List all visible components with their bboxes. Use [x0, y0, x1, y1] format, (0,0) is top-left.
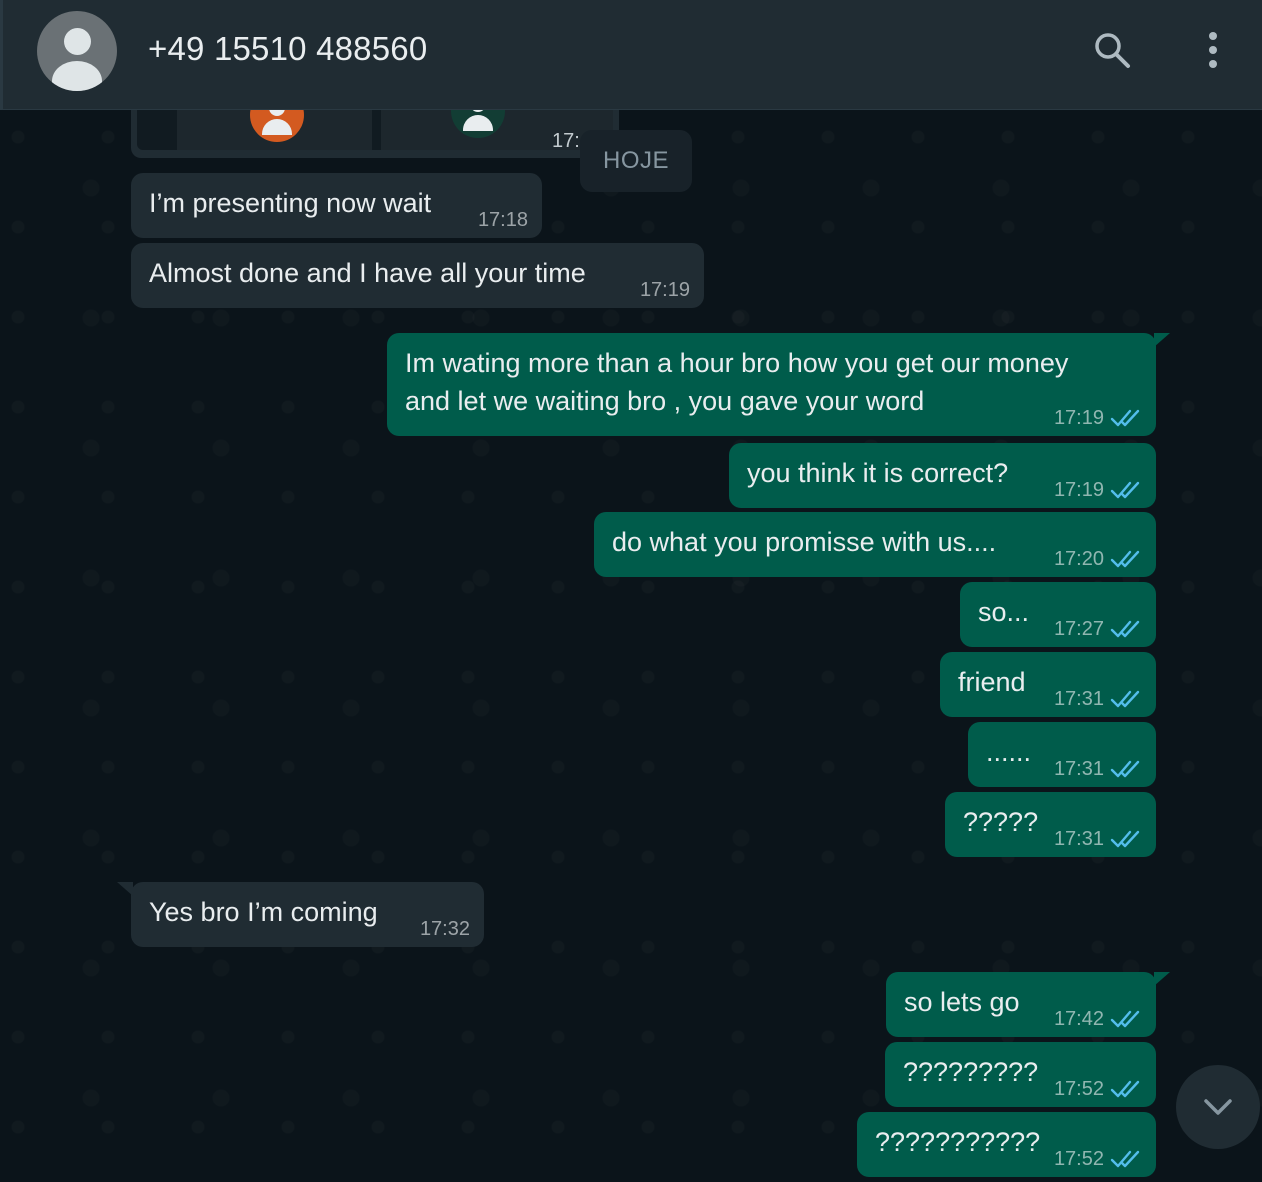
- chat-window: +49 15510 488560 17: HOJE I’m presenting…: [0, 0, 1262, 1182]
- contact-name[interactable]: +49 15510 488560: [148, 30, 427, 68]
- message-meta: 17:31: [1054, 828, 1142, 850]
- outgoing-message[interactable]: friend 17:31: [940, 652, 1156, 717]
- message-time: 17:: [552, 130, 580, 152]
- contact-avatar[interactable]: [37, 11, 117, 91]
- message-time: 17:31: [1053, 688, 1104, 710]
- message-text: you think it is correct?: [747, 458, 1009, 488]
- read-receipt-icon: [1110, 1150, 1140, 1168]
- message-time: 17:19: [1053, 407, 1104, 429]
- outgoing-message[interactable]: ??????????? 17:52: [857, 1112, 1156, 1177]
- incoming-message[interactable]: I’m presenting now wait 17:18: [131, 173, 542, 238]
- message-text: friend: [958, 667, 1026, 697]
- message-text: so...: [978, 597, 1030, 627]
- outgoing-message[interactable]: ????? 17:31: [945, 792, 1156, 857]
- read-receipt-icon: [1110, 760, 1140, 778]
- outgoing-message[interactable]: so lets go 17:42: [886, 972, 1170, 1037]
- media-preview: [137, 110, 613, 150]
- message-text: Yes bro I’m coming: [149, 897, 378, 927]
- avatar-head: [64, 28, 91, 55]
- message-meta: 17:31: [1054, 758, 1142, 780]
- outgoing-message[interactable]: do what you promisse with us.... 17:20: [594, 512, 1156, 577]
- outgoing-message[interactable]: so... 17:27: [960, 582, 1156, 647]
- message-text: Almost done and I have all your time: [149, 258, 586, 288]
- message-text: I’m presenting now wait: [149, 188, 432, 218]
- message-text: ???????????: [875, 1127, 1041, 1157]
- read-receipt-icon: [1110, 481, 1140, 499]
- message-meta: 17:19: [1054, 479, 1142, 501]
- incoming-message[interactable]: Yes bro I’m coming 17:32: [117, 882, 484, 947]
- bubble-tail: [1154, 972, 1170, 986]
- read-receipt-icon: [1110, 409, 1140, 427]
- message-meta: 17:20: [1054, 548, 1142, 570]
- outgoing-message[interactable]: ????????? 17:52: [885, 1042, 1156, 1107]
- media-message[interactable]: [131, 110, 619, 158]
- chat-header: +49 15510 488560: [0, 0, 1262, 110]
- message-text: do what you promisse with us....: [612, 527, 997, 557]
- read-receipt-icon: [1110, 1010, 1140, 1028]
- bubble-tail: [1154, 333, 1170, 347]
- message-text: ?????: [963, 807, 1039, 837]
- read-receipt-icon: [1110, 690, 1140, 708]
- scroll-to-bottom-button[interactable]: [1176, 1065, 1260, 1149]
- outgoing-message[interactable]: you think it is correct? 17:19: [729, 443, 1156, 508]
- date-separator: HOJE: [580, 130, 692, 192]
- message-time: 17:52: [1053, 1078, 1104, 1100]
- message-time: 17:18: [477, 209, 528, 231]
- message-time: 17:31: [1053, 758, 1104, 780]
- message-text-line: Im wating more than a hour bro how you g…: [405, 348, 1069, 378]
- message-text-line: and let we waiting bro , you gave your w…: [405, 386, 925, 416]
- message-time: 17:19: [639, 279, 690, 301]
- message-text: ......: [986, 737, 1032, 767]
- message-time: 17:27: [1053, 618, 1104, 640]
- kebab-menu-icon[interactable]: [1193, 30, 1233, 70]
- message-time: 17:52: [1053, 1148, 1104, 1170]
- chevron-down-icon: [1204, 1099, 1232, 1115]
- read-receipt-icon: [1110, 1080, 1140, 1098]
- message-text: so lets go: [904, 987, 1020, 1017]
- message-meta: 17:18: [478, 209, 528, 231]
- incoming-message[interactable]: Almost done and I have all your time 17:…: [131, 243, 704, 308]
- message-meta: 17:27: [1054, 618, 1142, 640]
- message-time: 17:19: [1053, 479, 1104, 501]
- read-receipt-icon: [1110, 550, 1140, 568]
- message-time: 17:32: [419, 918, 470, 940]
- message-time: 17:42: [1053, 1008, 1104, 1030]
- avatar-body: [52, 61, 102, 91]
- message-meta: 17:31: [1054, 688, 1142, 710]
- search-icon[interactable]: [1092, 30, 1132, 70]
- message-meta: 17:52: [1054, 1148, 1142, 1170]
- message-meta: 17:32: [420, 918, 470, 940]
- message-time: 17:20: [1053, 548, 1104, 570]
- outgoing-message[interactable]: ...... 17:31: [968, 722, 1156, 787]
- message-meta: 17:52: [1054, 1078, 1142, 1100]
- message-list[interactable]: 17: HOJE I’m presenting now wait 17:18 A…: [0, 110, 1262, 1182]
- message-meta: 17:19: [1054, 407, 1142, 429]
- bubble-tail: [117, 882, 133, 896]
- message-meta: 17:42: [1054, 1008, 1142, 1030]
- message-time: 17:31: [1053, 828, 1104, 850]
- read-receipt-icon: [1110, 620, 1140, 638]
- message-text: ?????????: [903, 1057, 1039, 1087]
- read-receipt-icon: [1110, 830, 1140, 848]
- outgoing-message[interactable]: Im wating more than a hour bro how you g…: [387, 333, 1170, 436]
- message-meta: 17:19: [640, 279, 690, 301]
